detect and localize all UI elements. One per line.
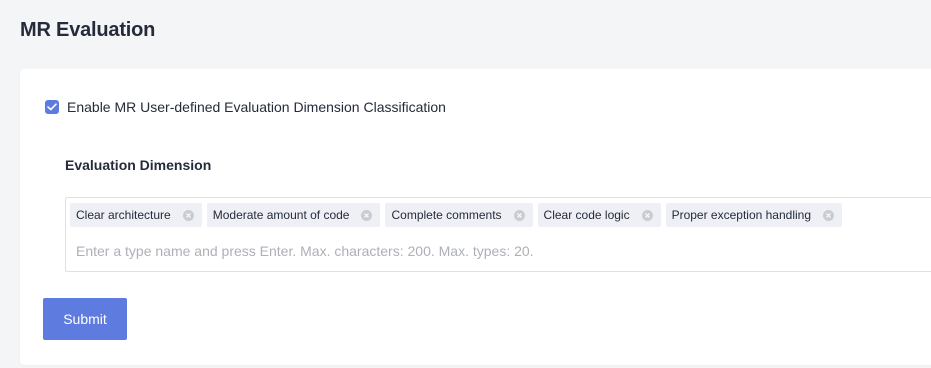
tag-remove-icon[interactable] <box>361 209 373 221</box>
tag-clear-code-logic: Clear code logic <box>537 203 661 227</box>
evaluation-dimension-label: Evaluation Dimension <box>65 157 212 173</box>
tag-remove-icon[interactable] <box>823 209 835 221</box>
evaluation-dimension-tag-input[interactable]: Clear architecture Moderate amount of co… <box>65 197 931 272</box>
tag-label: Moderate amount of code <box>212 208 350 222</box>
submit-button[interactable]: Submit <box>43 298 127 340</box>
tag-remove-icon[interactable] <box>182 209 194 221</box>
tag-proper-exception-handling: Proper exception handling <box>665 203 843 227</box>
tag-name-input[interactable] <box>76 243 776 259</box>
tag-moderate-amount-of-code: Moderate amount of code <box>206 203 381 227</box>
evaluation-settings-card: Enable MR User-defined Evaluation Dimens… <box>20 69 931 365</box>
tag-complete-comments: Complete comments <box>385 203 533 227</box>
tag-label: Clear code logic <box>543 208 630 222</box>
tag-clear-architecture: Clear architecture <box>70 203 202 227</box>
checkbox-checked-icon[interactable] <box>45 100 59 114</box>
tag-remove-icon[interactable] <box>641 209 653 221</box>
page-title: MR Evaluation <box>20 19 156 41</box>
tag-label: Clear architecture <box>76 208 171 222</box>
tag-label: Complete comments <box>391 208 502 222</box>
tag-label: Proper exception handling <box>671 208 812 222</box>
tag-list: Clear architecture Moderate amount of co… <box>70 203 843 227</box>
tag-remove-icon[interactable] <box>513 209 525 221</box>
enable-evaluation-dimension-checkbox[interactable]: Enable MR User-defined Evaluation Dimens… <box>45 99 446 115</box>
enable-checkbox-label: Enable MR User-defined Evaluation Dimens… <box>67 99 446 115</box>
